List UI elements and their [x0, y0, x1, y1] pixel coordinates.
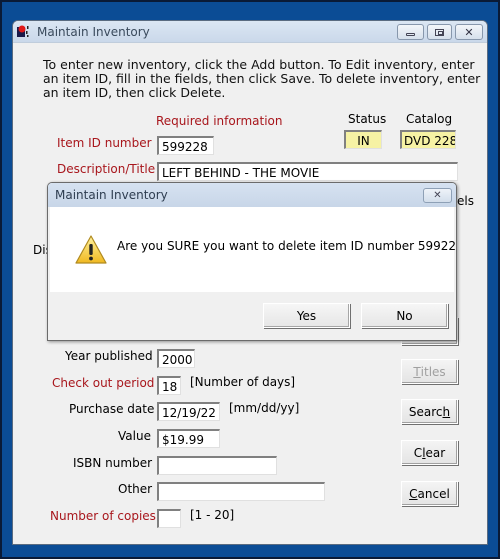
number-of-copies-label: Number of copies	[50, 509, 156, 523]
checkout-period-label: Check out period	[52, 376, 155, 390]
clear-label-pre: C	[413, 445, 423, 460]
dialog-body: Are you SURE you want to delete item ID …	[50, 207, 457, 292]
minimize-icon	[406, 33, 415, 36]
purchase-date-input[interactable]: 12/19/22	[157, 402, 220, 421]
required-information-label: Required information	[156, 114, 283, 128]
cancel-label-accel: C	[409, 486, 418, 501]
no-button[interactable]: No	[361, 303, 448, 328]
other-label: Other	[118, 482, 153, 496]
clear-button[interactable]: Cl ear	[401, 440, 458, 465]
isbn-label: ISBN number	[73, 456, 153, 470]
delete-confirmation-dialog: Maintain Inventory ✕ Are you SURE you wa…	[47, 182, 457, 341]
search-label-pre: Searc	[408, 404, 443, 419]
year-published-label: Year published	[65, 349, 153, 363]
item-id-label: Item ID number	[57, 136, 152, 150]
search-button[interactable]: Searc h	[401, 399, 458, 424]
dialog-close-button[interactable]: ✕	[423, 188, 452, 203]
number-of-copies-input[interactable]	[157, 509, 181, 528]
purchase-date-label: Purchase date	[69, 402, 155, 416]
close-button[interactable]: ✕	[455, 24, 483, 40]
titles-label-post: itles	[420, 364, 446, 379]
app-icon	[17, 25, 29, 37]
status-label: Status	[348, 112, 387, 126]
description-input[interactable]: LEFT BEHIND - THE MOVIE	[157, 162, 458, 181]
minimize-button[interactable]	[397, 24, 424, 40]
partial-label-right: els	[457, 194, 474, 208]
maximize-button[interactable]	[427, 24, 452, 40]
status-field: IN	[344, 130, 382, 149]
cancel-button[interactable]: Cancel	[401, 481, 458, 506]
maximize-icon	[435, 28, 444, 36]
value-label: Value	[118, 429, 151, 443]
close-icon: ✕	[433, 190, 442, 201]
dialog-message: Are you SURE you want to delete item ID …	[117, 239, 457, 253]
warning-icon	[75, 235, 107, 264]
checkout-period-input[interactable]: 18	[157, 376, 181, 395]
window-titlebar[interactable]: Maintain Inventory ✕	[13, 21, 487, 43]
close-icon: ✕	[464, 25, 474, 39]
clear-label-post: ear	[425, 445, 446, 460]
titles-button[interactable]: Titles	[401, 359, 458, 384]
dialog-titlebar[interactable]: Maintain Inventory ✕	[48, 183, 456, 207]
cancel-label-post: ancel	[417, 486, 450, 501]
purchase-date-hint: [mm/dd/yy]	[229, 401, 300, 415]
instructions-text: To enter new inventory, click the Add bu…	[43, 57, 481, 100]
dialog-title: Maintain Inventory	[55, 188, 168, 202]
checkout-period-hint: [Number of days]	[190, 375, 296, 389]
other-input[interactable]	[157, 482, 325, 501]
item-id-input[interactable]: 599228	[157, 136, 214, 155]
year-published-input[interactable]: 2000	[157, 349, 195, 368]
window-title: Maintain Inventory	[37, 25, 150, 39]
description-label: Description/Title	[57, 162, 156, 176]
catalog-label: Catalog	[406, 112, 453, 126]
yes-button[interactable]: Yes	[263, 303, 350, 328]
value-input[interactable]: $19.99	[157, 429, 220, 448]
titles-label-accel: T	[413, 364, 421, 379]
number-of-copies-hint: [1 - 20]	[190, 508, 235, 522]
catalog-field: DVD 228	[400, 130, 456, 149]
isbn-input[interactable]	[157, 456, 277, 475]
search-label-accel: h	[442, 404, 451, 419]
